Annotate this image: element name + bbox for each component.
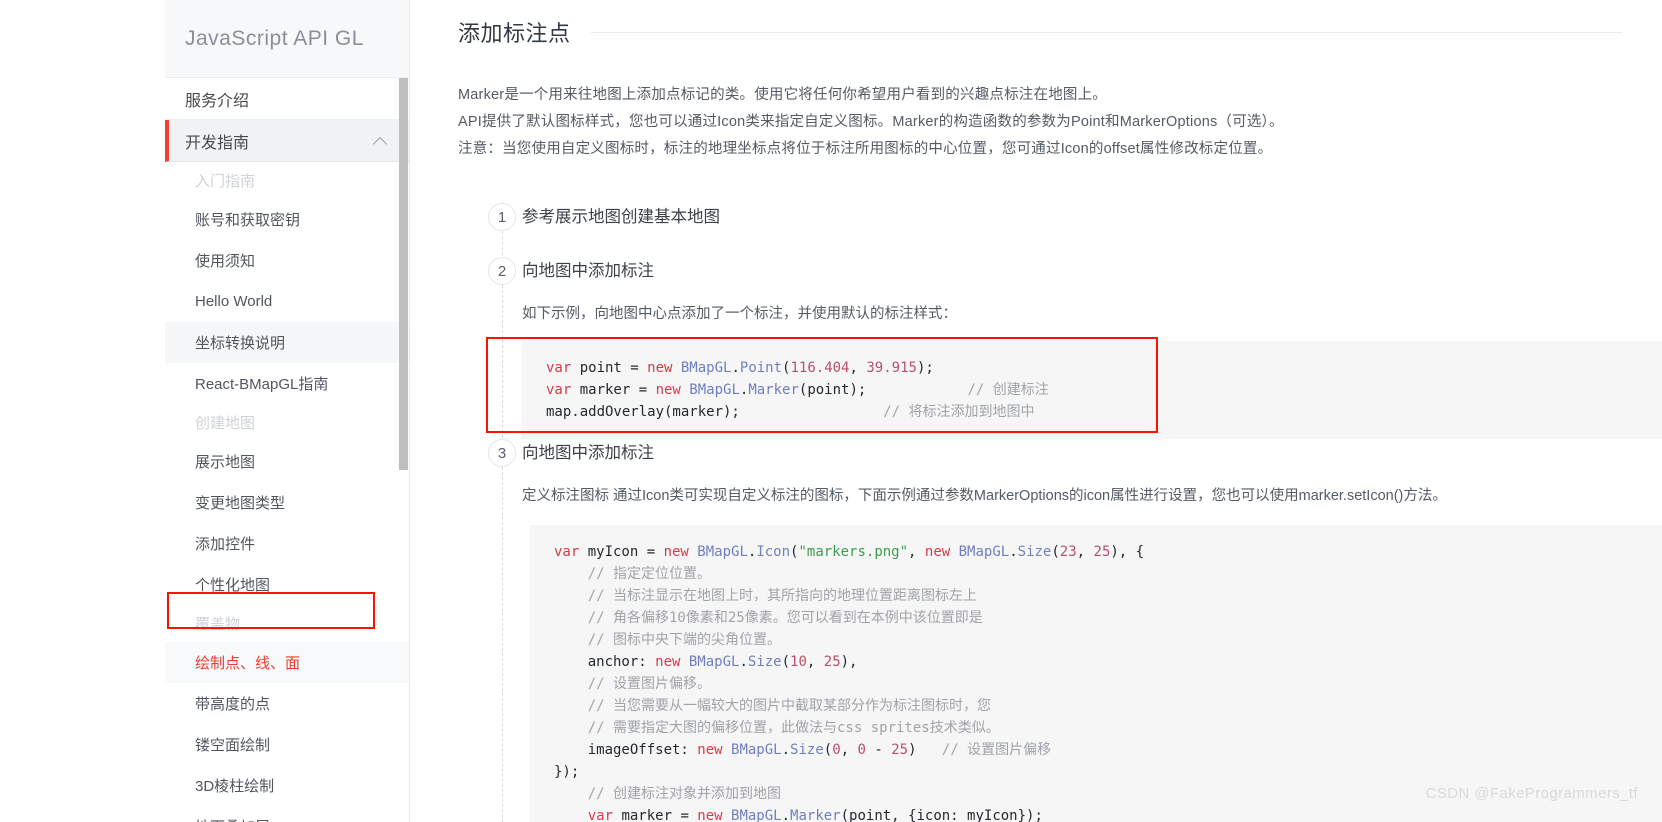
sidebar-item-hello-world[interactable]: Hello World (165, 281, 409, 322)
sidebar-nav: 服务介绍 开发指南 入门指南 账号和获取密钥 使用须知 Hello World … (165, 78, 409, 822)
sidebar-item-label: 地面叠加层 (195, 816, 270, 822)
intro-paragraph-1: Marker是一个用来往地图上添加点标记的类。使用它将任何你希望用户看到的兴趣点… (458, 87, 1108, 103)
sidebar-item-usage-notice[interactable]: 使用须知 (165, 240, 409, 281)
step-title: 向地图中添加标注 (522, 262, 654, 280)
sidebar-item-service-intro[interactable]: 服务介绍 (165, 78, 409, 120)
sidebar-item-label: 绘制点、线、面 (195, 655, 301, 672)
sidebar-item-3d-prism[interactable]: 3D棱柱绘制 (165, 765, 409, 806)
sidebar-item-label: 开发指南 (185, 134, 250, 152)
page-title-row: 添加标注点 (458, 16, 1662, 48)
step-number-badge: 2 (488, 257, 516, 285)
step-title: 向地图中添加标注 (522, 444, 654, 462)
sidebar-item-label: 账号和获取密钥 (195, 212, 301, 229)
step-1: 1 参考展示地图创建基本地图 (470, 203, 1662, 261)
page-root: JavaScript API GL 服务介绍 开发指南 入门指南 账号和获取密钥… (0, 0, 1662, 822)
step-3: 3 向地图中添加标注 定义标注图标 通过Icon类可实现自定义标注的图标，下面示… (470, 439, 1662, 822)
sidebar-item-label: 变更地图类型 (195, 495, 286, 512)
intro-block: Marker是一个用来往地图上添加点标记的类。使用它将任何你希望用户看到的兴趣点… (458, 82, 1662, 163)
sidebar-title: JavaScript API GL (165, 0, 409, 78)
intro-paragraph-3: 注意：当您使用自定义图标时，标注的地理坐标点将位于标注所用图标的中心位置，您可通… (458, 141, 1273, 157)
sidebar-group-label: 入门指南 (195, 173, 256, 190)
sidebar-item-add-controls[interactable]: 添加控件 (165, 523, 409, 564)
step-2: 2 向地图中添加标注 如下示例，向地图中心点添加了一个标注，并使用默认的标注样式… (470, 257, 1662, 443)
sidebar-item-label: 使用须知 (195, 253, 256, 270)
left-gutter (0, 0, 165, 822)
step-description: 定义标注图标 通过Icon类可实现自定义标注的图标，下面示例通过参数Marker… (522, 488, 1447, 504)
page-title: 添加标注点 (458, 21, 571, 46)
code-block-1[interactable]: var point = new BMapGL.Point(116.404, 39… (522, 341, 1662, 439)
steps-list: 1 参考展示地图创建基本地图 2 向地图中添加标注 如下示例，向地图中心点添加了… (458, 203, 1662, 822)
code-block-1-wrapper: var point = new BMapGL.Point(116.404, 39… (486, 337, 1662, 439)
sidebar-group-getting-started: 入门指南 (165, 162, 409, 199)
sidebar-item-custom-map[interactable]: 个性化地图 (165, 564, 409, 605)
sidebar-item-label: 个性化地图 (195, 577, 271, 594)
sidebar-group-create-map: 创建地图 (165, 404, 409, 441)
sidebar-item-draw-point-line-polygon[interactable]: 绘制点、线、面 (165, 642, 409, 683)
sidebar-item-coord-convert[interactable]: 坐标转换说明 (165, 322, 409, 363)
sidebar-item-label: 展示地图 (195, 454, 256, 471)
step-connector-line (501, 285, 503, 443)
sidebar-item-show-map[interactable]: 展示地图 (165, 441, 409, 482)
sidebar-item-label: 镂空面绘制 (195, 737, 271, 754)
sidebar-item-account-key[interactable]: 账号和获取密钥 (165, 199, 409, 240)
sidebar-item-react-bmapgl[interactable]: React-BMapGL指南 (165, 363, 409, 404)
sidebar-scrollbar[interactable] (399, 78, 408, 470)
sidebar-item-label: Hello World (195, 293, 273, 310)
sidebar-item-change-map-type[interactable]: 变更地图类型 (165, 482, 409, 523)
chevron-up-icon[interactable] (375, 135, 387, 147)
sidebar-item-dev-guide[interactable]: 开发指南 (165, 120, 409, 162)
watermark: CSDN @FakeProgrammers_tf (1425, 785, 1638, 802)
sidebar-item-label: 3D棱柱绘制 (195, 778, 275, 795)
step-number-badge: 1 (488, 203, 516, 231)
step-title: 参考展示地图创建基本地图 (522, 208, 720, 226)
sidebar-group-label: 创建地图 (195, 415, 256, 432)
step-body: 如下示例，向地图中心点添加了一个标注，并使用默认的标注样式： var point… (486, 285, 1662, 439)
step-description: 如下示例，向地图中心点添加了一个标注，并使用默认的标注样式： (522, 306, 957, 322)
sidebar-item-point-with-height[interactable]: 带高度的点 (165, 683, 409, 724)
sidebar-item-label: 添加控件 (195, 536, 256, 553)
step-body: 定义标注图标 通过Icon类可实现自定义标注的图标，下面示例通过参数Marker… (522, 467, 1662, 822)
main-content: 添加标注点 Marker是一个用来往地图上添加点标记的类。使用它将任何你希望用户… (410, 0, 1662, 822)
sidebar: JavaScript API GL 服务介绍 开发指南 入门指南 账号和获取密钥… (165, 0, 410, 822)
sidebar-group-overlays: 覆盖物 (165, 605, 409, 642)
sidebar-item-label: 服务介绍 (185, 92, 250, 110)
intro-paragraph-2: API提供了默认图标样式，您也可以通过Icon类来指定自定义图标。Marker的… (458, 114, 1284, 130)
sidebar-item-hollow-polygon[interactable]: 镂空面绘制 (165, 724, 409, 765)
sidebar-item-label: React-BMapGL指南 (195, 376, 329, 393)
code-block-2-wrapper: var myIcon = new BMapGL.Icon("markers.pn… (530, 525, 1662, 822)
step-number-badge: 3 (488, 439, 516, 467)
sidebar-item-label: 坐标转换说明 (195, 335, 286, 352)
sidebar-item-ground-overlay[interactable]: 地面叠加层 (165, 806, 409, 822)
step-connector-line (501, 467, 503, 822)
sidebar-group-label: 覆盖物 (195, 616, 241, 633)
title-divider (590, 31, 1622, 33)
sidebar-item-label: 带高度的点 (195, 696, 271, 713)
code-block-2[interactable]: var myIcon = new BMapGL.Icon("markers.pn… (530, 525, 1662, 822)
